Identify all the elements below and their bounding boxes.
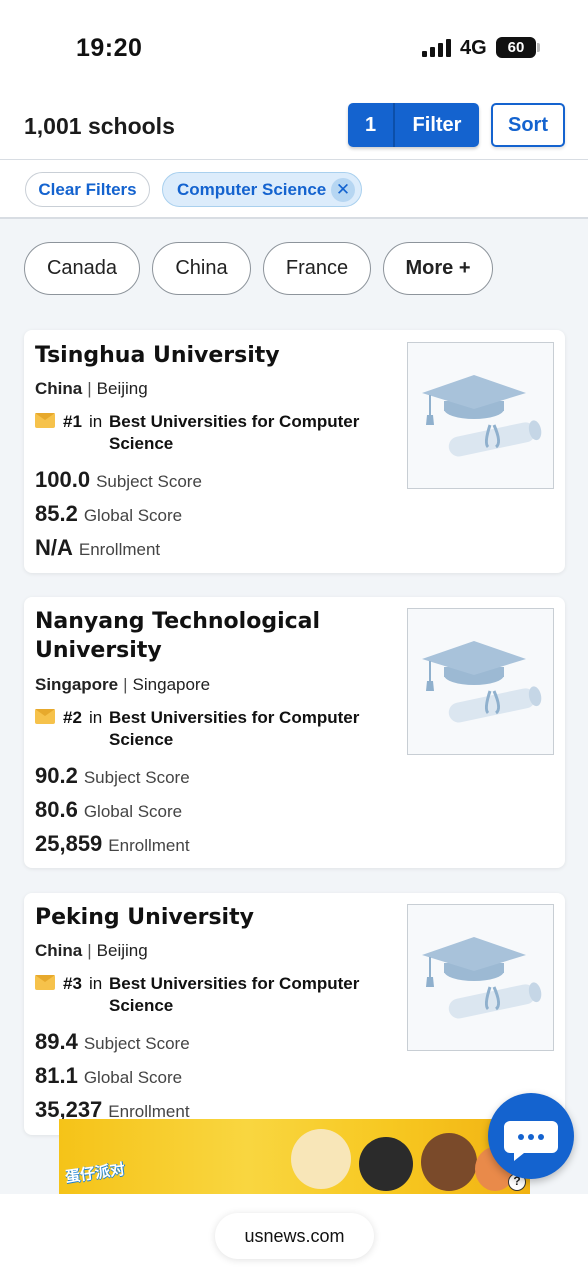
ranking-badge-icon bbox=[35, 413, 55, 428]
school-thumbnail[interactable] bbox=[407, 342, 554, 489]
school-rank: #2 in Best Universities for Computer Sci… bbox=[35, 707, 365, 753]
school-city: Singapore bbox=[132, 675, 211, 694]
rank-number: #1 bbox=[63, 412, 82, 431]
ad-banner[interactable]: 蛋仔派对 ? bbox=[59, 1119, 530, 1194]
global-score-value: 81.1 bbox=[35, 1063, 78, 1088]
rank-in-text: in bbox=[89, 974, 103, 993]
browser-bottom-bar: usnews.com bbox=[0, 1194, 588, 1280]
filter-button[interactable]: 1 Filter bbox=[348, 103, 479, 147]
school-card[interactable]: Peking University China | Beijing #3 in Be… bbox=[24, 893, 565, 1135]
clear-filters-button[interactable]: Clear Filters bbox=[25, 172, 150, 207]
subject-score: 89.4 Subject Score bbox=[35, 1029, 190, 1055]
rank-list-link[interactable]: Best Universities for Computer Science bbox=[109, 973, 369, 1017]
school-thumbnail[interactable] bbox=[407, 608, 554, 755]
results-header: 1,001 schools 1 Filter Sort bbox=[0, 86, 588, 160]
active-filter-chip-label: Computer Science bbox=[177, 180, 327, 199]
school-location: China | Beijing bbox=[35, 379, 148, 398]
mascot-icon bbox=[359, 1137, 413, 1191]
school-name[interactable]: Tsinghua University bbox=[35, 341, 375, 370]
graduation-cap-icon bbox=[422, 641, 542, 723]
school-city: Beijing bbox=[96, 941, 148, 960]
sort-button[interactable]: Sort bbox=[491, 103, 565, 147]
rank-list-link[interactable]: Best Universities for Computer Science bbox=[109, 707, 369, 751]
battery-icon: 60 bbox=[496, 37, 540, 58]
ranking-badge-icon bbox=[35, 975, 55, 990]
filter-count-badge: 1 bbox=[348, 103, 395, 147]
school-rank: #3 in Best Universities for Computer Sci… bbox=[35, 973, 365, 1019]
school-card[interactable]: Nanyang Technological University Singapo… bbox=[24, 597, 565, 868]
ranking-badge-icon bbox=[35, 709, 55, 724]
global-score: 81.1 Global Score bbox=[35, 1063, 182, 1089]
chat-button[interactable] bbox=[488, 1093, 574, 1179]
school-country: Singapore bbox=[35, 675, 119, 694]
subject-score: 90.2 Subject Score bbox=[35, 763, 190, 789]
global-score: 80.6 Global Score bbox=[35, 797, 182, 823]
close-icon[interactable]: ✕ bbox=[331, 178, 355, 202]
global-score: 85.2 Global Score bbox=[35, 501, 182, 527]
result-count: 1,001 schools bbox=[24, 113, 175, 139]
subject-score-value: 89.4 bbox=[35, 1029, 78, 1054]
enrollment-label: Enrollment bbox=[108, 836, 190, 855]
enrollment-value: N/A bbox=[35, 535, 73, 560]
enrollment-label: Enrollment bbox=[78, 540, 161, 559]
school-country: China bbox=[35, 379, 83, 398]
rank-in-text: in bbox=[89, 412, 103, 431]
school-country: China bbox=[35, 941, 83, 960]
enrollment: N/A Enrollment bbox=[35, 535, 160, 561]
more-countries-button[interactable]: More + bbox=[383, 242, 493, 295]
rank-in-text: in bbox=[89, 708, 103, 727]
country-chip-france[interactable]: France bbox=[263, 242, 371, 295]
school-rank: #1 in Best Universities for Computer Sci… bbox=[35, 411, 365, 457]
school-name[interactable]: Peking University bbox=[35, 903, 375, 932]
school-city: Beijing bbox=[96, 379, 148, 398]
school-location: China | Beijing bbox=[35, 941, 148, 960]
global-score-value: 80.6 bbox=[35, 797, 78, 822]
global-score-value: 85.2 bbox=[35, 501, 78, 526]
rank-number: #3 bbox=[63, 974, 82, 993]
subject-score-label: Subject Score bbox=[83, 1034, 190, 1053]
school-name[interactable]: Nanyang Technological University bbox=[35, 607, 375, 665]
enrollment: 25,859 Enrollment bbox=[35, 831, 190, 857]
chat-bubble-icon bbox=[504, 1121, 558, 1161]
status-time: 19:20 bbox=[76, 34, 143, 62]
subject-score-value: 100.0 bbox=[35, 467, 91, 492]
school-location: Singapore | Singapore bbox=[35, 675, 211, 694]
subject-score-value: 90.2 bbox=[35, 763, 78, 788]
mascot-icon bbox=[291, 1129, 351, 1189]
cellular-signal-icon bbox=[422, 39, 452, 57]
url-address-bar[interactable]: usnews.com bbox=[215, 1213, 374, 1259]
rank-list-link[interactable]: Best Universities for Computer Science bbox=[109, 411, 369, 455]
country-chip-canada[interactable]: Canada bbox=[24, 242, 140, 295]
enrollment-value: 25,859 bbox=[35, 831, 103, 856]
active-filter-chip-computer-science[interactable]: Computer Science ✕ bbox=[162, 172, 362, 207]
active-filters-bar: Clear Filters Computer Science ✕ bbox=[0, 160, 588, 219]
subject-score-label: Subject Score bbox=[83, 768, 190, 787]
filter-button-label: Filter bbox=[412, 114, 462, 136]
ad-logo-text: 蛋仔派对 bbox=[64, 1160, 127, 1187]
network-type: 4G bbox=[460, 37, 487, 59]
global-score-label: Global Score bbox=[83, 802, 183, 821]
mascot-icon bbox=[421, 1133, 477, 1191]
global-score-label: Global Score bbox=[83, 506, 183, 525]
graduation-cap-icon bbox=[422, 375, 542, 457]
rank-number: #2 bbox=[63, 708, 82, 727]
school-card[interactable]: Tsinghua University China | Beijing #1 in … bbox=[24, 330, 565, 573]
graduation-cap-icon bbox=[422, 937, 542, 1019]
school-thumbnail[interactable] bbox=[407, 904, 554, 1051]
global-score-label: Global Score bbox=[83, 1068, 183, 1087]
subject-score: 100.0 Subject Score bbox=[35, 467, 202, 493]
country-chip-china[interactable]: China bbox=[152, 242, 251, 295]
status-bar: 19:20 4G 60 bbox=[0, 0, 588, 86]
subject-score-label: Subject Score bbox=[96, 472, 202, 491]
